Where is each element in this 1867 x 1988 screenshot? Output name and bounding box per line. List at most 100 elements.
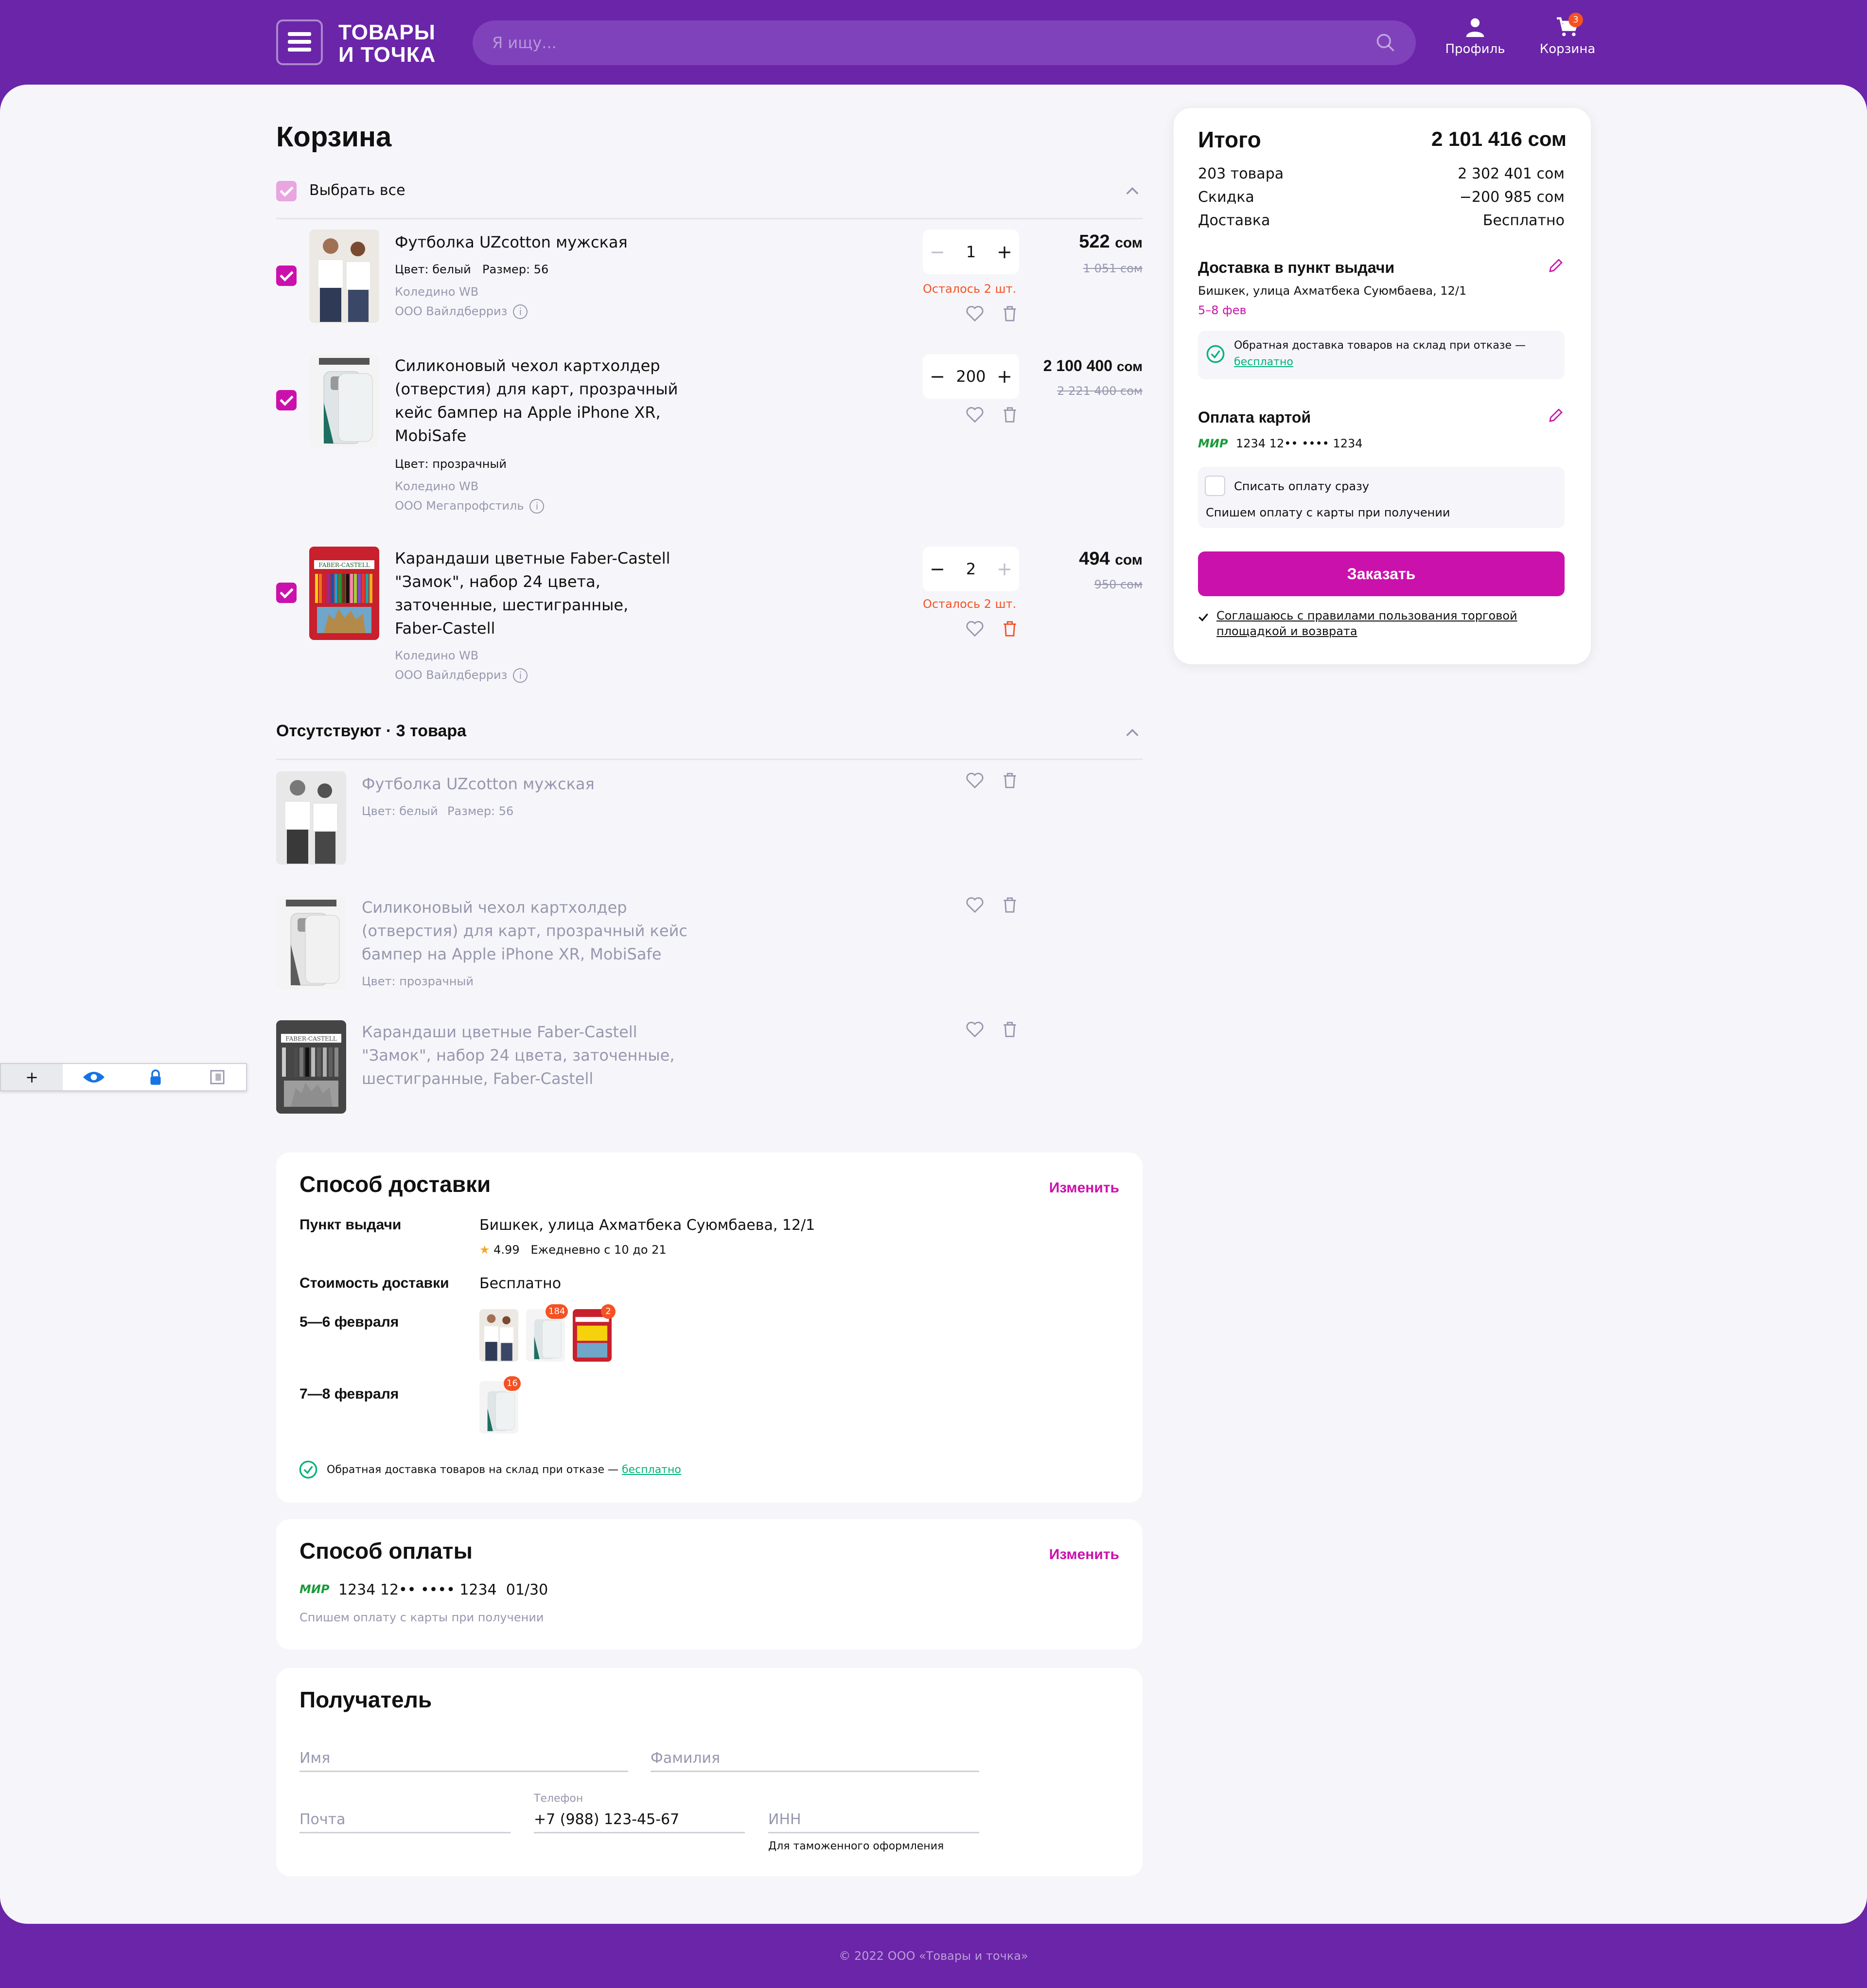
info-icon[interactable]: i bbox=[513, 668, 528, 683]
product-warehouse: Коледино WB bbox=[395, 649, 479, 662]
add-button[interactable]: + bbox=[1, 1064, 63, 1090]
return-text: Обратная доставка товаров на склад при о… bbox=[1234, 339, 1526, 352]
cart-button[interactable]: Корзина 3 bbox=[1533, 13, 1602, 70]
favorite-icon[interactable] bbox=[966, 896, 984, 914]
old-price: 2 221 400 сом bbox=[1057, 384, 1143, 398]
eye-icon[interactable] bbox=[63, 1064, 124, 1090]
product-image-pencils[interactable]: FABER-CASTELL bbox=[276, 1020, 346, 1114]
product-seller: ООО Вайлдберриз i bbox=[395, 668, 528, 683]
last-name-input[interactable] bbox=[651, 1750, 979, 1767]
svg-text:FABER-CASTELL: FABER-CASTELL bbox=[285, 1035, 336, 1042]
product-warehouse: Коледино WB bbox=[395, 479, 479, 493]
item-checkbox[interactable] bbox=[276, 390, 297, 410]
delete-icon[interactable] bbox=[1001, 406, 1019, 424]
agree-line-1[interactable]: Соглашаюсь с правилами пользования торго… bbox=[1216, 609, 1517, 622]
product-image-phone-case[interactable] bbox=[309, 354, 379, 447]
info-icon[interactable]: i bbox=[529, 499, 545, 514]
phone-field bbox=[534, 1811, 745, 1833]
decrease-button[interactable]: − bbox=[923, 230, 952, 274]
quantity-value[interactable]: 1 bbox=[952, 230, 990, 274]
product-image-tshirt[interactable] bbox=[276, 771, 346, 865]
phone-input[interactable] bbox=[534, 1811, 745, 1828]
product-warehouse: Коледино WB bbox=[395, 285, 479, 299]
quantity-value[interactable]: 2 bbox=[952, 547, 990, 591]
goods-count: 203 товара bbox=[1198, 165, 1284, 182]
decrease-button[interactable]: − bbox=[923, 354, 952, 399]
item-checkbox[interactable] bbox=[276, 583, 297, 603]
delete-icon[interactable] bbox=[1001, 1020, 1019, 1039]
profile-button[interactable]: Профиль bbox=[1441, 17, 1509, 70]
info-icon[interactable]: i bbox=[513, 304, 528, 319]
favorite-icon[interactable] bbox=[966, 304, 984, 323]
pickup-address: Бишкек, улица Ахматбека Суюмбаева, 12/1 bbox=[1198, 284, 1467, 298]
product-image-tshirt[interactable] bbox=[309, 230, 379, 323]
search-input[interactable] bbox=[492, 20, 1357, 65]
delivery-edit-link[interactable]: Изменить bbox=[1049, 1180, 1119, 1196]
delivery-method-card: Способ доставки Изменить Пункт выдачи Би… bbox=[276, 1153, 1143, 1503]
favorite-icon[interactable] bbox=[966, 1020, 984, 1039]
email-input[interactable] bbox=[299, 1811, 511, 1828]
check-icon[interactable] bbox=[1197, 611, 1210, 623]
header: ТОВАРЫ И ТОЧКА Профиль Корзина 3 bbox=[0, 0, 1867, 85]
search-icon[interactable] bbox=[1375, 32, 1396, 53]
inn-input[interactable] bbox=[768, 1811, 979, 1828]
menu-button[interactable] bbox=[276, 19, 323, 65]
pay-now-box: Списать оплату сразу Спишем оплату с кар… bbox=[1198, 467, 1565, 528]
agree-line-2[interactable]: площадкой и возврата bbox=[1216, 624, 1357, 638]
order-button[interactable]: Заказать bbox=[1198, 551, 1565, 596]
product-color: Цвет: прозрачный bbox=[362, 975, 474, 988]
payment-title: Способ оплаты bbox=[299, 1538, 473, 1563]
favorite-icon[interactable] bbox=[966, 620, 984, 638]
frame-icon[interactable] bbox=[186, 1064, 248, 1090]
pay-now-label[interactable]: Списать оплату сразу bbox=[1234, 479, 1369, 493]
edit-pencil-icon[interactable] bbox=[1547, 407, 1565, 424]
first-name-field bbox=[299, 1750, 628, 1772]
floating-toolbar: + bbox=[0, 1063, 247, 1091]
old-price: 950 сом bbox=[1094, 578, 1143, 591]
pickup-rating: ★ 4.99 Ежедневно с 10 до 21 bbox=[479, 1243, 667, 1257]
delivery-thumb-tshirt[interactable] bbox=[479, 1309, 518, 1362]
edit-pencil-icon[interactable] bbox=[1547, 257, 1565, 274]
decrease-button[interactable]: − bbox=[923, 547, 952, 591]
quantity-value[interactable]: 200 bbox=[952, 354, 990, 399]
return-free-link[interactable]: бесплатно bbox=[622, 1464, 681, 1476]
payment-method-card: Способ оплаты Изменить МИР 1234 12•• •••… bbox=[276, 1519, 1143, 1650]
select-all-checkbox[interactable] bbox=[276, 181, 297, 201]
return-free-link[interactable]: бесплатно bbox=[1234, 356, 1293, 368]
delete-icon[interactable] bbox=[1001, 771, 1019, 790]
payment-title: Оплата картой bbox=[1198, 408, 1311, 426]
cost-value: Бесплатно bbox=[479, 1275, 562, 1292]
lock-icon[interactable] bbox=[124, 1064, 186, 1090]
delete-icon[interactable] bbox=[1001, 896, 1019, 914]
product-title-line: Силиконовый чехол картхолдер bbox=[362, 898, 627, 917]
product-image-phone-case[interactable] bbox=[276, 896, 346, 989]
product-title-line: Карандаши цветные Faber-Castell bbox=[395, 549, 670, 568]
pay-now-checkbox[interactable] bbox=[1205, 476, 1225, 496]
product-title[interactable]: Футболка UZcotton мужская bbox=[395, 231, 628, 254]
logo[interactable]: ТОВАРЫ И ТОЧКА bbox=[338, 21, 436, 66]
select-all-label[interactable]: Выбрать все bbox=[309, 182, 405, 199]
profile-label: Профиль bbox=[1445, 42, 1505, 56]
product-color: Цвет: прозрачный bbox=[395, 457, 507, 471]
product-title-line: (отверстия) для карт, прозрачный bbox=[395, 380, 678, 398]
payment-edit-link[interactable]: Изменить bbox=[1049, 1546, 1119, 1563]
favorite-icon[interactable] bbox=[966, 406, 984, 424]
pickup-dates: 5–8 фев bbox=[1198, 303, 1247, 317]
footer: © 2022 ООО «Товары и точка» bbox=[0, 1924, 1867, 1988]
summary-goods-row: 203 товара 2 302 401 сом bbox=[1198, 165, 1565, 182]
missing-product-title[interactable]: Футболка UZcotton мужская bbox=[362, 772, 595, 796]
collapse-chevron-icon[interactable] bbox=[1124, 183, 1141, 199]
item-checkbox[interactable] bbox=[276, 266, 297, 286]
collapse-chevron-icon[interactable] bbox=[1124, 725, 1141, 741]
product-seller: ООО Вайлдберриз i bbox=[395, 304, 528, 319]
delivery-value: Бесплатно bbox=[1482, 212, 1565, 229]
favorite-icon[interactable] bbox=[966, 771, 984, 790]
product-seller: ООО Мегапрофстиль i bbox=[395, 499, 545, 514]
delete-icon[interactable] bbox=[1001, 620, 1019, 638]
product-title-line: кейс бампер на Apple iPhone XR, bbox=[395, 403, 661, 422]
delete-icon[interactable] bbox=[1001, 304, 1019, 323]
summary-total: 2 101 416 сом bbox=[1431, 127, 1567, 150]
product-title-line: "Замок", набор 24 цвета, bbox=[395, 572, 600, 591]
first-name-input[interactable] bbox=[299, 1750, 628, 1767]
product-image-pencils[interactable]: FABER-CASTELL bbox=[309, 547, 379, 640]
